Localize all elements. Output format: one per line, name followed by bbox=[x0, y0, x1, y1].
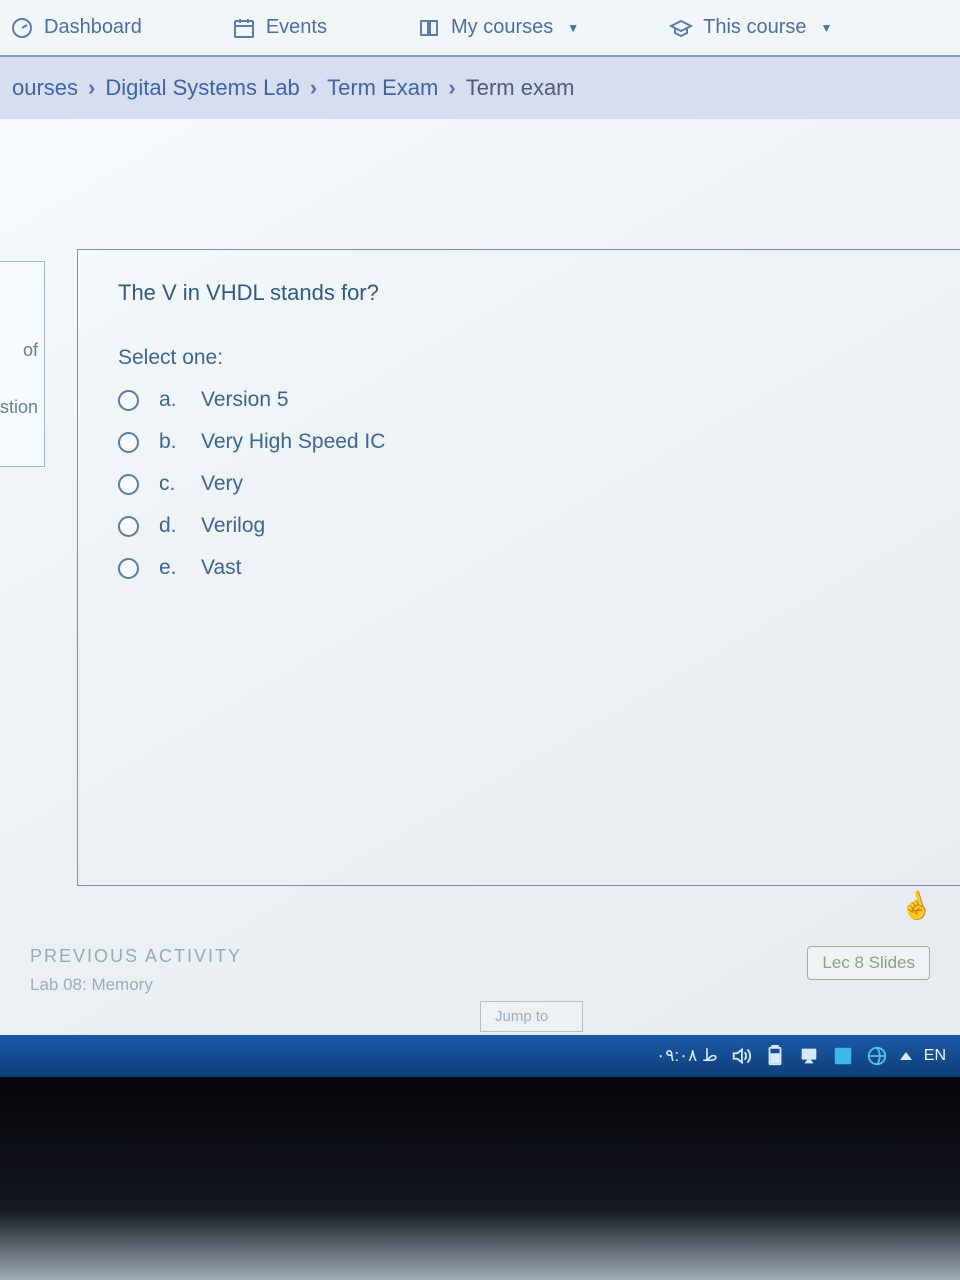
option-label: Version 5 bbox=[201, 388, 289, 412]
breadcrumb: ourses › Digital Systems Lab › Term Exam… bbox=[0, 57, 960, 119]
option-letter: e. bbox=[159, 556, 181, 580]
option-letter: d. bbox=[159, 514, 181, 538]
taskbar-language[interactable]: EN bbox=[924, 1047, 946, 1065]
previous-activity-label: PREVIOUS ACTIVITY bbox=[30, 946, 242, 967]
option-a[interactable]: a. Version 5 bbox=[118, 388, 930, 412]
calendar-icon bbox=[232, 16, 256, 40]
chevron-right-icon: › bbox=[88, 75, 95, 101]
option-e[interactable]: e. Vast bbox=[118, 556, 930, 580]
radio-icon[interactable] bbox=[118, 558, 139, 579]
previous-activity-link[interactable]: Lab 08: Memory bbox=[30, 975, 242, 995]
option-letter: c. bbox=[159, 472, 181, 496]
chevron-down-icon: ▼ bbox=[821, 21, 833, 35]
breadcrumb-courses[interactable]: ourses bbox=[12, 75, 78, 101]
volume-icon[interactable] bbox=[730, 1045, 752, 1067]
dashboard-icon bbox=[10, 16, 34, 40]
jump-to-select[interactable]: Jump to bbox=[480, 1001, 583, 1032]
nav-events-label: Events bbox=[266, 16, 327, 39]
previous-activity[interactable]: PREVIOUS ACTIVITY Lab 08: Memory bbox=[30, 946, 242, 995]
option-label: Very High Speed IC bbox=[201, 430, 385, 454]
question-sidebar: of stion bbox=[0, 119, 45, 886]
nav-dashboard[interactable]: Dashboard bbox=[10, 16, 142, 40]
laptop-bezel bbox=[0, 1077, 960, 1280]
option-letter: b. bbox=[159, 430, 181, 454]
select-one-prompt: Select one: bbox=[118, 346, 930, 370]
nav-this-course-label: This course bbox=[703, 16, 806, 39]
windows-taskbar[interactable]: ط ٠٩:٠٨ EN bbox=[0, 1035, 960, 1077]
main-body: of stion The V in VHDL stands for? Selec… bbox=[0, 119, 960, 886]
hand-cursor-icon: ☝ bbox=[896, 887, 935, 925]
radio-icon[interactable] bbox=[118, 516, 139, 537]
question-box: The V in VHDL stands for? Select one: a.… bbox=[77, 249, 960, 886]
nav-events[interactable]: Events bbox=[232, 16, 327, 40]
question-info-card: of stion bbox=[0, 261, 45, 467]
browser-icon[interactable] bbox=[866, 1045, 888, 1067]
radio-icon[interactable] bbox=[118, 432, 139, 453]
nav-dashboard-label: Dashboard bbox=[44, 16, 142, 39]
question-text: The V in VHDL stands for? bbox=[118, 280, 930, 306]
taskbar-clock[interactable]: ط ٠٩:٠٨ bbox=[656, 1046, 718, 1066]
lec-slides-button[interactable]: Lec 8 Slides bbox=[807, 946, 930, 980]
option-c[interactable]: c. Very bbox=[118, 472, 930, 496]
action-center-icon[interactable] bbox=[798, 1045, 820, 1067]
show-hidden-icon[interactable] bbox=[900, 1052, 912, 1060]
option-label: Very bbox=[201, 472, 243, 496]
radio-icon[interactable] bbox=[118, 474, 139, 495]
question-of-label: of bbox=[23, 340, 38, 361]
chevron-down-icon: ▼ bbox=[567, 21, 579, 35]
option-b[interactable]: b. Very High Speed IC bbox=[118, 430, 930, 454]
nav-my-courses[interactable]: My courses ▼ bbox=[417, 16, 579, 40]
nav-my-courses-label: My courses bbox=[451, 16, 553, 39]
radio-icon[interactable] bbox=[118, 390, 139, 411]
grad-cap-icon bbox=[669, 16, 693, 40]
book-icon bbox=[417, 16, 441, 40]
chevron-right-icon: › bbox=[448, 75, 455, 101]
footer-area: PREVIOUS ACTIVITY Lab 08: Memory ☝ Lec 8… bbox=[0, 886, 960, 1035]
question-stion-label: stion bbox=[0, 397, 38, 418]
nav-this-course[interactable]: This course ▼ bbox=[669, 16, 832, 40]
option-letter: a. bbox=[159, 388, 181, 412]
breadcrumb-section[interactable]: Term Exam bbox=[327, 75, 438, 101]
chevron-right-icon: › bbox=[310, 75, 317, 101]
app-icon[interactable] bbox=[832, 1045, 854, 1067]
breadcrumb-current: Term exam bbox=[466, 75, 575, 101]
breadcrumb-course-name[interactable]: Digital Systems Lab bbox=[105, 75, 299, 101]
option-d[interactable]: d. Verilog bbox=[118, 514, 930, 538]
option-label: Verilog bbox=[201, 514, 265, 538]
top-nav: Dashboard Events My courses ▼ This cours… bbox=[0, 0, 960, 57]
option-label: Vast bbox=[201, 556, 241, 580]
battery-icon[interactable] bbox=[764, 1045, 786, 1067]
